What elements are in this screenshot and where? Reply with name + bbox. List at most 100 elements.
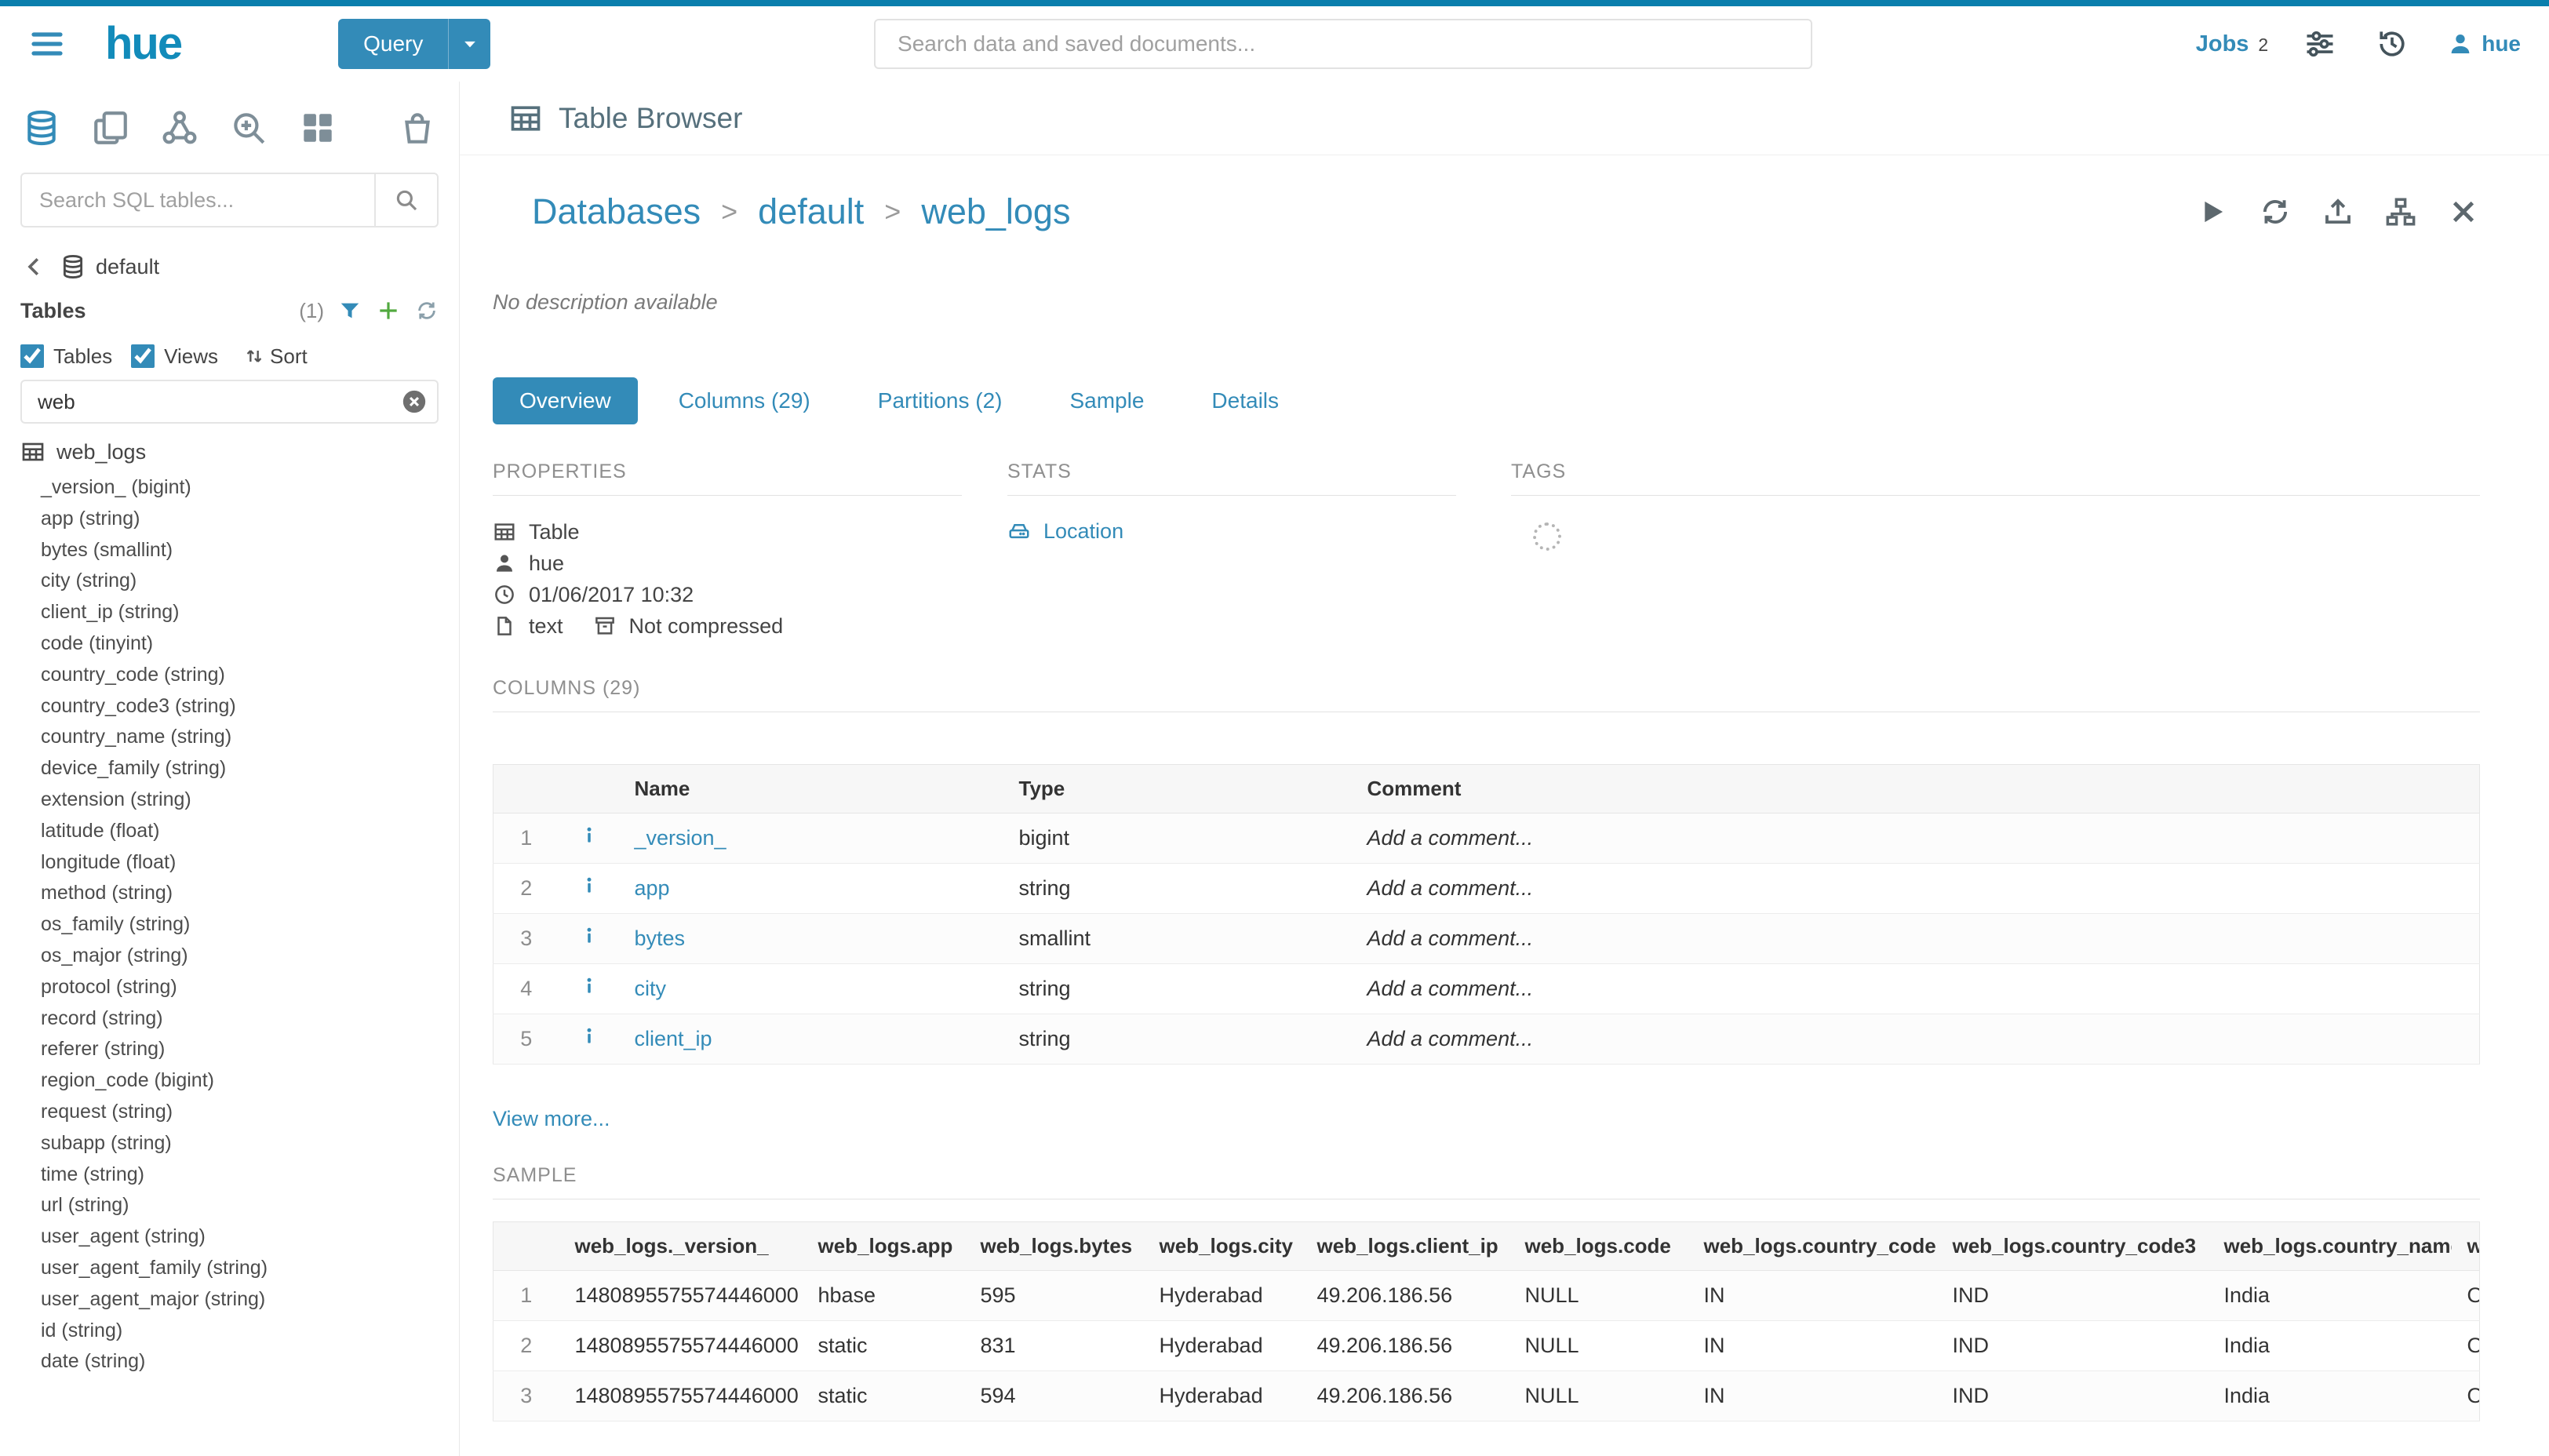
name-header: Name (619, 765, 1003, 814)
info-cell[interactable] (559, 914, 619, 964)
back-button[interactable] (20, 252, 50, 282)
add-table-button[interactable] (376, 298, 401, 323)
refresh-table-button[interactable] (2259, 195, 2292, 228)
column-item[interactable]: region_code (bigint) (41, 1065, 439, 1097)
sql-table-search-button[interactable] (374, 173, 439, 228)
sidebar-tab-documents[interactable] (89, 107, 132, 149)
column-name-link[interactable]: _version_ (635, 826, 726, 850)
column-item[interactable]: user_agent (string) (41, 1221, 439, 1253)
table-list-item[interactable]: web_logs (20, 438, 439, 466)
column-item[interactable]: protocol (string) (41, 972, 439, 1003)
column-item[interactable]: os_major (string) (41, 941, 439, 972)
breadcrumb-databases[interactable]: Databases (532, 191, 701, 232)
column-item[interactable]: _version_ (bigint) (41, 472, 439, 504)
query-table-button[interactable] (2196, 195, 2229, 228)
sidebar-tab-apps[interactable] (297, 107, 339, 149)
column-comment[interactable]: Add a comment... (1352, 864, 2480, 914)
breadcrumb-table[interactable]: web_logs (921, 191, 1070, 232)
table-description[interactable]: No description available (493, 290, 2480, 315)
sort-button[interactable]: Sort (243, 344, 308, 369)
column-item[interactable]: user_agent_major (string) (41, 1284, 439, 1316)
tab-overview[interactable]: Overview (493, 377, 638, 424)
close-button[interactable] (2447, 195, 2480, 228)
user-menu[interactable]: hue (2447, 31, 2521, 57)
refresh-tables-button[interactable] (415, 299, 439, 322)
column-comment[interactable]: Add a comment... (1352, 814, 2480, 864)
column-item[interactable]: subapp (string) (41, 1128, 439, 1159)
history-button[interactable] (2375, 25, 2412, 63)
upload-button[interactable] (2321, 195, 2354, 228)
column-item[interactable]: os_family (string) (41, 909, 439, 941)
column-item[interactable]: bytes (smallint) (41, 535, 439, 566)
column-item[interactable]: app (string) (41, 504, 439, 535)
location-link[interactable]: Location (1043, 519, 1123, 544)
column-name-link[interactable]: app (635, 876, 670, 900)
query-button[interactable]: Query (338, 19, 448, 69)
info-cell[interactable] (559, 1014, 619, 1065)
column-item[interactable]: city (string) (41, 566, 439, 597)
column-comment[interactable]: Add a comment... (1352, 1014, 2480, 1065)
column-item[interactable]: longitude (float) (41, 847, 439, 879)
table-filter-input[interactable] (20, 380, 439, 424)
database-name[interactable]: default (96, 255, 159, 279)
jobs-label: Jobs (2196, 31, 2249, 57)
sample-cell: IND (1937, 1271, 2209, 1321)
column-item[interactable]: date (string) (41, 1346, 439, 1378)
column-item[interactable]: referer (string) (41, 1034, 439, 1065)
filter-tables-button[interactable] (338, 299, 362, 322)
column-item[interactable]: code (tinyint) (41, 628, 439, 660)
tab-partitions[interactable]: Partitions (2) (851, 377, 1029, 424)
column-item[interactable]: record (string) (41, 1003, 439, 1035)
sidebar-tab-sql[interactable] (20, 107, 63, 149)
sidebar-tab-collections[interactable] (158, 107, 201, 149)
row-number: 3 (493, 914, 559, 964)
lineage-button[interactable] (2384, 195, 2417, 228)
column-item[interactable]: url (string) (41, 1190, 439, 1221)
sql-table-search-input[interactable] (20, 173, 374, 228)
sample-cell: static (803, 1321, 965, 1371)
tables-checkbox-label[interactable]: Tables (53, 344, 112, 369)
column-name-link[interactable]: bytes (635, 926, 686, 950)
column-comment[interactable]: Add a comment... (1352, 964, 2480, 1014)
column-item[interactable]: extension (string) (41, 784, 439, 816)
column-item[interactable]: time (string) (41, 1159, 439, 1191)
column-item[interactable]: country_code3 (string) (41, 691, 439, 723)
column-item[interactable]: latitude (float) (41, 816, 439, 847)
column-item[interactable]: id (string) (41, 1316, 439, 1347)
column-comment[interactable]: Add a comment... (1352, 914, 2480, 964)
column-item[interactable]: request (string) (41, 1097, 439, 1128)
tabs: Overview Columns (29) Partitions (2) Sam… (493, 377, 2480, 424)
table-type-filters: Tables Views Sort (20, 340, 439, 372)
table-actions (2196, 195, 2480, 228)
views-checkbox-label[interactable]: Views (164, 344, 218, 369)
jobs-link[interactable]: Jobs 2 (2196, 31, 2268, 57)
hamburger-menu-button[interactable] (28, 24, 69, 64)
tab-details[interactable]: Details (1185, 377, 1305, 424)
column-name-link[interactable]: client_ip (635, 1027, 712, 1050)
global-search-input[interactable] (874, 19, 1812, 69)
column-item[interactable]: client_ip (string) (41, 597, 439, 628)
tab-columns[interactable]: Columns (29) (652, 377, 837, 424)
column-name-link[interactable]: city (635, 977, 667, 1000)
breadcrumb-database[interactable]: default (758, 191, 864, 232)
views-checkbox[interactable] (131, 344, 155, 368)
tab-sample[interactable]: Sample (1043, 377, 1171, 424)
column-item[interactable]: country_name (string) (41, 722, 439, 753)
hue-logo[interactable]: hue (105, 21, 181, 67)
sidebar-tab-search[interactable] (228, 107, 270, 149)
info-cell[interactable] (559, 814, 619, 864)
column-item[interactable]: country_code (string) (41, 660, 439, 691)
column-item[interactable]: method (string) (41, 878, 439, 909)
clear-filter-button[interactable] (401, 388, 428, 415)
query-dropdown-button[interactable] (448, 19, 490, 69)
view-more-link[interactable]: View more... (493, 1107, 610, 1130)
column-item[interactable]: user_agent_family (string) (41, 1253, 439, 1284)
jobs-settings-button[interactable] (2303, 25, 2340, 63)
sample-column-header: web_logs.client_ip (1302, 1222, 1509, 1271)
tables-checkbox[interactable] (20, 344, 44, 368)
sample-section-heading: SAMPLE (493, 1164, 2480, 1199)
sidebar-tab-basket[interactable] (396, 107, 439, 149)
info-cell[interactable] (559, 864, 619, 914)
column-item[interactable]: device_family (string) (41, 753, 439, 784)
info-cell[interactable] (559, 964, 619, 1014)
